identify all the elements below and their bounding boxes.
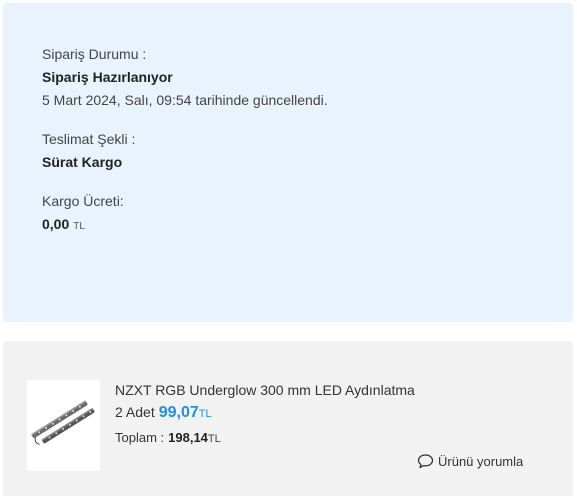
- product-total-currency: TL: [207, 433, 221, 445]
- product-total-value: 198,14: [168, 430, 208, 445]
- shipping-fee-currency: TL: [73, 221, 85, 232]
- order-updated-text: 5 Mart 2024, Salı, 09:54 tarihinde günce…: [42, 92, 328, 108]
- shipping-fee-label: Kargo Ücreti:: [42, 193, 124, 209]
- product-image[interactable]: [27, 380, 100, 471]
- product-total-label: Toplam :: [115, 430, 165, 445]
- review-product-label: Ürünü yorumla: [438, 453, 524, 469]
- delivery-method-value: Sürat Kargo: [42, 154, 123, 170]
- review-product-button[interactable]: Ürünü yorumla: [417, 453, 523, 469]
- shipping-fee-value: 0,00: [42, 216, 70, 232]
- product-quantity-price: 2 Adet 99,07TL: [115, 404, 212, 422]
- product-unit-price: 99,07: [158, 404, 199, 421]
- order-status-value: Sipariş Hazırlanıyor: [42, 69, 173, 85]
- led-strip-image: [31, 400, 95, 445]
- speech-bubble-icon: [417, 454, 434, 469]
- delivery-method-label: Teslimat Şekli :: [42, 131, 136, 147]
- order-status-label: Sipariş Durumu :: [42, 46, 147, 62]
- product-unit-price-currency: TL: [198, 408, 212, 420]
- product-name[interactable]: NZXT RGB Underglow 300 mm LED Aydınlatma: [115, 382, 415, 398]
- order-status-card: Sipariş Durumu : Sipariş Hazırlanıyor 5 …: [3, 3, 573, 322]
- product-total: Toplam :198,14TL: [115, 430, 221, 445]
- product-quantity: 2 Adet: [115, 404, 155, 420]
- shipping-fee: 0,00 TL: [42, 216, 85, 232]
- order-product-card: NZXT RGB Underglow 300 mm LED Aydınlatma…: [3, 341, 573, 496]
